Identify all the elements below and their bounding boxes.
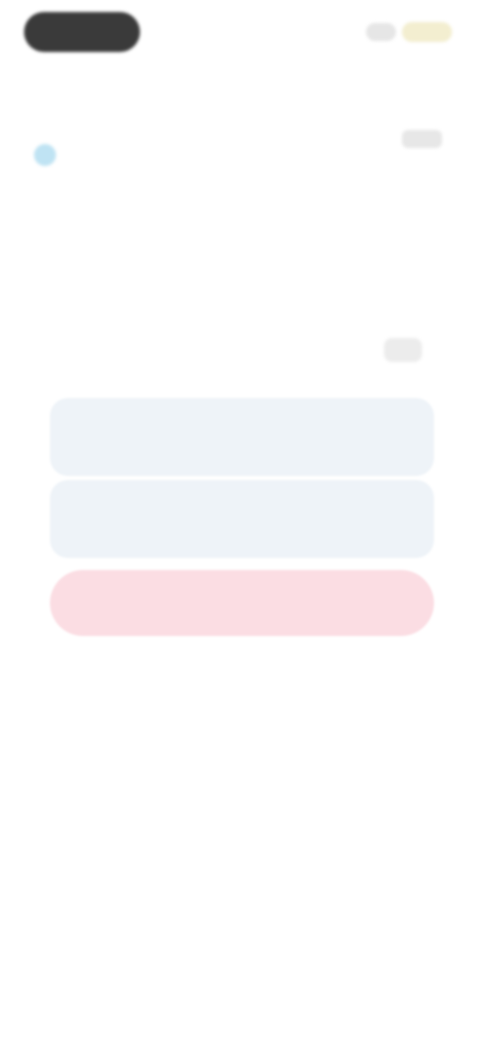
status-bar <box>0 0 480 64</box>
options-panel <box>50 398 434 636</box>
battery-icon <box>402 22 452 42</box>
option-1-button[interactable] <box>50 398 434 476</box>
status-pill <box>24 12 140 52</box>
tab-row <box>86 286 396 318</box>
header-action[interactable] <box>402 130 442 148</box>
title-row <box>0 66 480 110</box>
more-icon[interactable] <box>384 338 422 362</box>
danger-button[interactable] <box>50 570 434 636</box>
card-header <box>30 128 450 178</box>
info-icon <box>34 144 56 166</box>
status-icons <box>366 22 452 42</box>
signal-icon <box>366 23 396 41</box>
option-2-button[interactable] <box>50 480 434 558</box>
